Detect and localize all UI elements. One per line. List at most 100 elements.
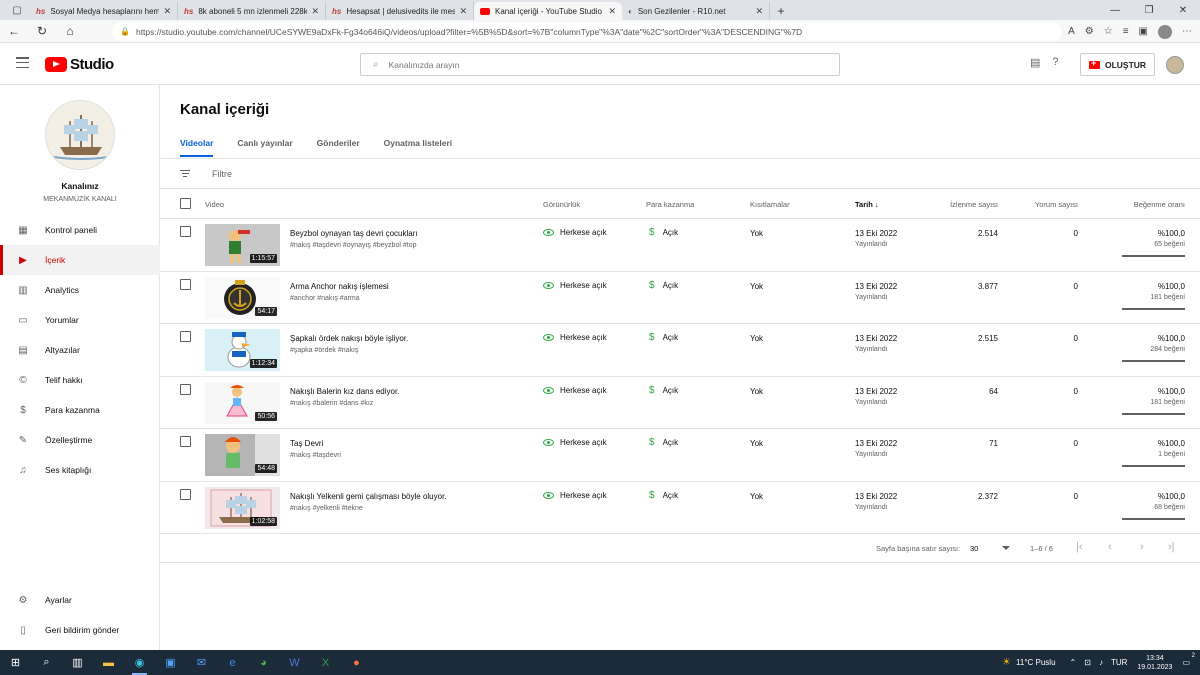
row-checkbox[interactable] xyxy=(180,383,191,395)
sidebar-item-analytics[interactable]: ▥ Analytics xyxy=(0,275,160,305)
table-row[interactable]: 1:12:34 Şapkalı ördek nakışı böyle işliy… xyxy=(160,324,1200,377)
monetization-cell[interactable]: $ Açık xyxy=(649,280,678,291)
sidebar-item-monetization[interactable]: $ Para kazanma xyxy=(0,395,160,425)
video-thumbnail[interactable]: 50:56 xyxy=(205,381,280,424)
visibility-cell[interactable]: Herkese açık xyxy=(543,281,607,290)
close-icon[interactable]: ✕ xyxy=(608,6,616,17)
start-icon[interactable]: ⊞ xyxy=(0,650,31,675)
monetization-cell[interactable]: $ Açık xyxy=(649,437,678,448)
video-thumbnail[interactable]: 1:02:58 xyxy=(205,486,280,529)
back-icon[interactable]: ← xyxy=(0,20,28,43)
menu-icon[interactable] xyxy=(16,57,29,68)
video-title[interactable]: Taş Devri xyxy=(290,439,323,448)
internet-explorer-icon[interactable]: e xyxy=(217,650,248,675)
monetization-cell[interactable]: $ Açık xyxy=(649,332,678,343)
search-input[interactable] xyxy=(388,59,789,70)
task-view-icon[interactable]: ▥ xyxy=(62,650,93,675)
tab-live[interactable]: Canlı yayınlar xyxy=(237,138,292,157)
row-checkbox[interactable] xyxy=(180,331,191,342)
reload-icon[interactable]: ↻ xyxy=(28,20,56,43)
visibility-cell[interactable]: Herkese açık xyxy=(543,386,607,395)
row-checkbox[interactable] xyxy=(180,488,191,500)
video-title[interactable]: Nakışlı Balerin kız dans ediyor. xyxy=(290,387,399,396)
language-indicator[interactable]: TUR xyxy=(1111,658,1127,667)
rows-per-page-select[interactable]: 30 xyxy=(970,544,978,553)
filter-icon[interactable] xyxy=(180,170,190,177)
column-restrictions[interactable]: Kısıtlamalar xyxy=(750,200,790,209)
chrome-icon[interactable]: ◕ xyxy=(248,650,279,675)
favorite-icon[interactable]: ☆ xyxy=(1104,26,1113,37)
sidebar-item-content[interactable]: ▶ İçerik xyxy=(0,245,160,275)
studio-logo[interactable]: Studio xyxy=(45,56,114,73)
monetization-cell[interactable]: $ Açık xyxy=(649,385,678,396)
profile-avatar[interactable] xyxy=(1158,24,1172,39)
monetization-cell[interactable]: $ Açık xyxy=(649,490,678,501)
tab-playlists[interactable]: Oynatma listeleri xyxy=(384,138,453,157)
minimize-icon[interactable]: — xyxy=(1098,0,1132,20)
filter-bar[interactable]: Filtre xyxy=(160,158,1200,189)
feedback-icon[interactable]: ▤ xyxy=(1030,56,1040,69)
volume-icon[interactable]: ♪ xyxy=(1099,658,1103,667)
close-icon[interactable]: ✕ xyxy=(459,6,467,17)
table-row[interactable]: 54:48 Taş Devri #nakış #taşdevri Herkese… xyxy=(160,429,1200,482)
search-icon[interactable]: ⌕ xyxy=(31,650,62,675)
create-button[interactable]: OLUŞTUR xyxy=(1080,53,1155,76)
select-all-checkbox[interactable] xyxy=(180,198,191,209)
mail-icon[interactable]: ✉ xyxy=(186,650,217,675)
column-likes[interactable]: Beğenme oranı xyxy=(1134,200,1185,209)
sidebar-item-settings[interactable]: ⚙ Ayarlar xyxy=(0,585,160,615)
account-avatar[interactable] xyxy=(1166,56,1184,74)
url-field[interactable]: 🔒 https://studio.youtube.com/channel/UCeS… xyxy=(112,22,1062,41)
firefox-icon[interactable]: ● xyxy=(341,650,372,675)
file-explorer-icon[interactable]: ▬ xyxy=(93,650,124,675)
excel-icon[interactable]: X xyxy=(310,650,341,675)
tab-videos[interactable]: Videolar xyxy=(180,138,214,157)
dropdown-arrow-icon[interactable] xyxy=(1002,546,1010,550)
read-aloud-icon[interactable]: A xyxy=(1068,26,1075,37)
last-page-icon[interactable]: ›| xyxy=(1168,541,1175,553)
sidebar-item-feedback[interactable]: ▯ Geri bildirim gönder xyxy=(0,615,160,645)
video-thumbnail[interactable]: 1:15:57 xyxy=(205,224,280,266)
channel-avatar[interactable] xyxy=(45,100,115,170)
browser-tab[interactable]: hs 8k aboneli 5 mn izlenmeli 228k ✕ xyxy=(178,2,326,20)
video-thumbnail[interactable]: 54:17 xyxy=(205,276,280,319)
column-monetization[interactable]: Para kazanma xyxy=(646,200,694,209)
tab-posts[interactable]: Gönderiler xyxy=(317,138,360,157)
table-row[interactable]: 1:02:58 Nakışlı Yelkenli gemi çalışması … xyxy=(160,482,1200,534)
clock[interactable]: 13:34 19.01.2023 xyxy=(1137,654,1172,672)
close-icon[interactable]: ✕ xyxy=(755,6,763,17)
filter-input[interactable]: Filtre xyxy=(212,169,232,179)
weather-widget[interactable]: ☀ 11°C Puslu xyxy=(1002,657,1055,668)
first-page-icon[interactable]: |‹ xyxy=(1076,541,1083,553)
network-icon[interactable]: ⊡ xyxy=(1084,658,1091,667)
sidebar-item-subtitles[interactable]: ▤ Altyazılar xyxy=(0,335,160,365)
table-row[interactable]: 1:15:57 Beyzbol oynayan taş devri çocukl… xyxy=(160,219,1200,272)
row-checkbox[interactable] xyxy=(180,278,191,290)
close-icon[interactable]: ✕ xyxy=(311,6,319,17)
sidebar-item-copyright[interactable]: © Telif hakkı xyxy=(0,365,160,395)
notification-icon[interactable]: ▭ 2 xyxy=(1182,653,1195,667)
sidebar-item-dashboard[interactable]: ▦ Kontrol paneli xyxy=(0,215,160,245)
tab-actions-icon[interactable]: ▢ xyxy=(4,0,30,20)
browser-tab[interactable]: ◐ Son Gezilenler - R10.net ✕ xyxy=(622,2,770,20)
row-checkbox[interactable] xyxy=(180,226,191,237)
prev-page-icon[interactable]: ‹ xyxy=(1108,541,1112,553)
search-icon[interactable]: ⌕ xyxy=(373,59,379,70)
video-title[interactable]: Arma Anchor nakış işlemesi xyxy=(290,282,389,291)
video-title[interactable]: Nakışlı Yelkenli gemi çalışması böyle ol… xyxy=(290,492,447,501)
column-date[interactable]: Tarih ↓ xyxy=(855,200,879,209)
extensions-icon[interactable]: ⚙ xyxy=(1085,26,1094,37)
browser-tab[interactable]: hs Sosyal Medya hesaplarını hemen ✕ xyxy=(30,2,178,20)
close-window-icon[interactable]: ✕ xyxy=(1166,0,1200,20)
maximize-icon[interactable]: ❐ xyxy=(1132,0,1166,20)
next-page-icon[interactable]: › xyxy=(1140,541,1144,553)
close-icon[interactable]: ✕ xyxy=(163,6,171,17)
video-title[interactable]: Beyzbol oynayan taş devri çocukları xyxy=(290,229,418,238)
sidebar-item-comments[interactable]: ▭ Yorumlar xyxy=(0,305,160,335)
browser-tab-active[interactable]: Kanal içeriği - YouTube Studio ✕ xyxy=(474,2,622,20)
sidebar-item-customization[interactable]: ✎ Özelleştirme xyxy=(0,425,160,455)
visibility-cell[interactable]: Herkese açık xyxy=(543,491,607,500)
edge-browser-icon[interactable]: ◉ xyxy=(124,650,155,675)
visibility-cell[interactable]: Herkese açık xyxy=(543,438,607,447)
video-thumbnail[interactable]: 1:12:34 xyxy=(205,329,280,371)
